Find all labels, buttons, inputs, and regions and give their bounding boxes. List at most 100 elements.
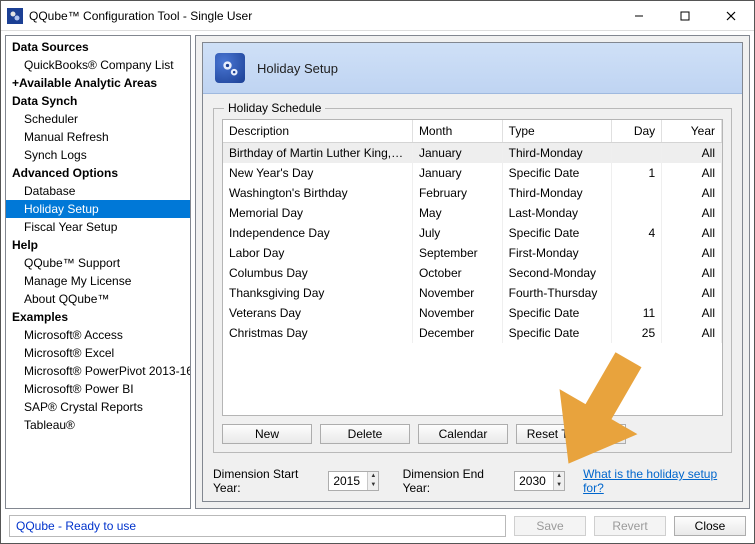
cell-description: Independence Day — [223, 223, 412, 243]
cell-year: All — [662, 243, 722, 263]
help-link[interactable]: What is the holiday setup for? — [583, 467, 732, 495]
cell-year: All — [662, 143, 722, 164]
cell-day — [612, 203, 662, 223]
holiday-schedule-group: Holiday Schedule Description Month Type — [213, 108, 732, 453]
revert-button[interactable]: Revert — [594, 516, 666, 536]
table-row[interactable]: Labor DaySeptemberFirst-Monday All — [223, 243, 722, 263]
col-description[interactable]: Description — [223, 120, 412, 143]
dimension-start-year[interactable]: ▲▼ — [328, 471, 379, 491]
cell-year: All — [662, 263, 722, 283]
sidebar-item[interactable]: Scheduler — [6, 110, 190, 128]
sidebar-item[interactable]: Holiday Setup — [6, 200, 190, 218]
status-text: QQube - Ready to use — [9, 515, 506, 537]
delete-button[interactable]: Delete — [320, 424, 410, 444]
spinner-arrows[interactable]: ▲▼ — [553, 472, 564, 490]
sidebar-group[interactable]: Data Sources — [6, 38, 190, 56]
sidebar-group[interactable]: +Available Analytic Areas — [6, 74, 190, 92]
cell-year: All — [662, 223, 722, 243]
table-row[interactable]: Birthday of Martin Luther King, Jr.Janua… — [223, 143, 722, 164]
cell-description: Veterans Day — [223, 303, 412, 323]
cell-day: 4 — [612, 223, 662, 243]
sidebar-group[interactable]: Advanced Options — [6, 164, 190, 182]
titlebar: QQube™ Configuration Tool - Single User — [1, 1, 754, 31]
save-button[interactable]: Save — [514, 516, 586, 536]
app-window: QQube™ Configuration Tool - Single User … — [0, 0, 755, 544]
cell-month: December — [412, 323, 502, 343]
cell-month: November — [412, 303, 502, 323]
sidebar-item[interactable]: Synch Logs — [6, 146, 190, 164]
cell-type: Third-Monday — [502, 143, 612, 164]
table-row[interactable]: Washington's BirthdayFebruaryThird-Monda… — [223, 183, 722, 203]
button-row: New Delete Calendar Reset To Default — [222, 416, 723, 444]
cell-month: January — [412, 143, 502, 164]
cell-day: 11 — [612, 303, 662, 323]
sidebar-item[interactable]: Fiscal Year Setup — [6, 218, 190, 236]
cell-day: 25 — [612, 323, 662, 343]
cell-description: Christmas Day — [223, 323, 412, 343]
sidebar-group[interactable]: Examples — [6, 308, 190, 326]
cell-type: Specific Date — [502, 223, 612, 243]
sidebar-item[interactable]: Tableau® — [6, 416, 190, 434]
sidebar-item[interactable]: QQube™ Support — [6, 254, 190, 272]
body: Data SourcesQuickBooks® Company List+Ava… — [1, 31, 754, 513]
col-month[interactable]: Month — [412, 120, 502, 143]
cell-month: July — [412, 223, 502, 243]
col-year[interactable]: Year — [662, 120, 722, 143]
cell-description: Thanksgiving Day — [223, 283, 412, 303]
sidebar-item[interactable]: Microsoft® Access — [6, 326, 190, 344]
table-row[interactable]: New Year's DayJanuarySpecific Date1All — [223, 163, 722, 183]
sidebar-item[interactable]: Database — [6, 182, 190, 200]
cell-month: September — [412, 243, 502, 263]
table-row[interactable]: Christmas DayDecemberSpecific Date25All — [223, 323, 722, 343]
minimize-button[interactable] — [616, 1, 662, 31]
sidebar-item[interactable]: Microsoft® Excel — [6, 344, 190, 362]
content-inner: Holiday Setup Holiday Schedule Descripti… — [202, 42, 743, 502]
sidebar-item[interactable]: About QQube™ — [6, 290, 190, 308]
banner: Holiday Setup — [203, 43, 742, 94]
cell-year: All — [662, 283, 722, 303]
cell-month: October — [412, 263, 502, 283]
holiday-table[interactable]: Description Month Type Day Year Birthday… — [222, 119, 723, 416]
sidebar-item[interactable]: QuickBooks® Company List — [6, 56, 190, 74]
calendar-button[interactable]: Calendar — [418, 424, 508, 444]
cell-type: First-Monday — [502, 243, 612, 263]
cell-month: November — [412, 283, 502, 303]
cell-description: Labor Day — [223, 243, 412, 263]
table-row[interactable]: Independence DayJulySpecific Date4All — [223, 223, 722, 243]
cell-year: All — [662, 183, 722, 203]
dimension-row: Dimension Start Year: ▲▼ Dimension End Y… — [203, 461, 742, 501]
sidebar-item[interactable]: Manage My License — [6, 272, 190, 290]
col-type[interactable]: Type — [502, 120, 612, 143]
reset-to-default-button[interactable]: Reset To Default — [516, 424, 626, 444]
dimension-end-year-input[interactable] — [515, 472, 553, 490]
content-panel: Holiday Setup Holiday Schedule Descripti… — [195, 35, 750, 509]
cell-month: May — [412, 203, 502, 223]
dimension-end-label: Dimension End Year: — [403, 467, 509, 495]
new-button[interactable]: New — [222, 424, 312, 444]
sidebar-group[interactable]: Data Synch — [6, 92, 190, 110]
sidebar-item[interactable]: Microsoft® PowerPivot 2013-16 — [6, 362, 190, 380]
close-window-button[interactable] — [708, 1, 754, 31]
table-row[interactable]: Memorial DayMayLast-MondayAll — [223, 203, 722, 223]
sidebar-group[interactable]: Help — [6, 236, 190, 254]
dimension-end-year[interactable]: ▲▼ — [514, 471, 565, 491]
sidebar[interactable]: Data SourcesQuickBooks® Company List+Ava… — [5, 35, 191, 509]
cell-description: Birthday of Martin Luther King, Jr. — [223, 143, 412, 164]
sidebar-item[interactable]: SAP® Crystal Reports — [6, 398, 190, 416]
dimension-start-year-input[interactable] — [329, 472, 367, 490]
close-button[interactable]: Close — [674, 516, 746, 536]
sidebar-item[interactable]: Microsoft® Power BI — [6, 380, 190, 398]
table-row[interactable]: Columbus DayOctoberSecond-MondayAll — [223, 263, 722, 283]
cell-month: January — [412, 163, 502, 183]
spinner-arrows[interactable]: ▲▼ — [367, 472, 378, 490]
col-day[interactable]: Day — [612, 120, 662, 143]
maximize-button[interactable] — [662, 1, 708, 31]
banner-title: Holiday Setup — [257, 61, 338, 76]
sidebar-item[interactable]: Manual Refresh — [6, 128, 190, 146]
table-row[interactable]: Thanksgiving DayNovemberFourth-Thursday A… — [223, 283, 722, 303]
table-row[interactable]: Veterans DayNovemberSpecific Date11All — [223, 303, 722, 323]
cell-day — [612, 143, 662, 164]
cell-year: All — [662, 323, 722, 343]
cell-type: Fourth-Thursday — [502, 283, 612, 303]
cell-description: Columbus Day — [223, 263, 412, 283]
